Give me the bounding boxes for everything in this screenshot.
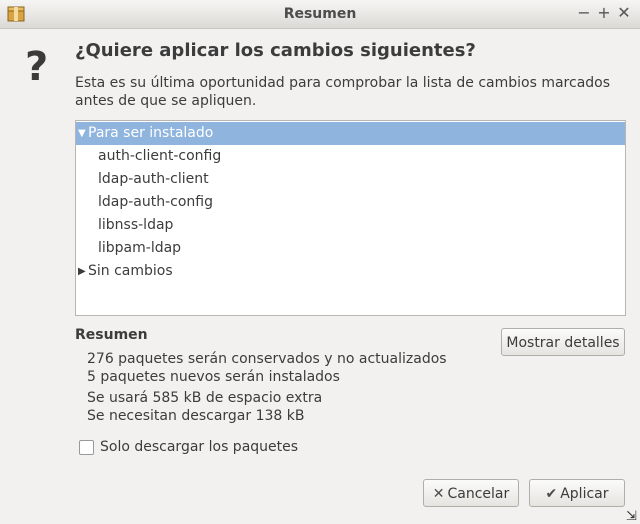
close-button[interactable]: ✕: [615, 4, 633, 22]
tree-group-label: Sin cambios: [88, 263, 173, 279]
title-bar: Resumen − + ✕: [0, 0, 640, 29]
changes-tree[interactable]: ▼ Para ser instalado auth-client-config …: [75, 120, 626, 316]
apply-label: Aplicar: [560, 486, 609, 502]
tree-item[interactable]: ldap-auth-client: [76, 168, 625, 191]
cancel-label: Cancelar: [447, 486, 510, 502]
tree-item[interactable]: auth-client-config: [76, 145, 625, 168]
tree-item[interactable]: libpam-ldap: [76, 237, 625, 260]
tree-item[interactable]: ldap-auth-config: [76, 191, 625, 214]
summary-label: Resumen: [75, 327, 148, 343]
tree-group-label: Para ser instalado: [88, 125, 214, 141]
tree-group-no-changes[interactable]: ▶ Sin cambios: [76, 260, 625, 283]
tree-group-to-install[interactable]: ▼ Para ser instalado: [76, 122, 625, 145]
window-title: Resumen: [283, 6, 357, 22]
download-only-label[interactable]: Solo descargar los paquetes: [100, 439, 298, 455]
download-only-checkbox[interactable]: [79, 440, 94, 455]
question-icon: ?: [25, 44, 49, 90]
dialog-description: Esta es su última oportunidad para compr…: [75, 74, 615, 110]
dialog-heading: ¿Quiere aplicar los cambios siguientes?: [75, 40, 476, 61]
description-line: Esta es su última oportunidad para compr…: [75, 75, 611, 91]
maximize-button[interactable]: +: [595, 4, 613, 22]
checkmark-icon: ✔: [545, 486, 558, 502]
expanded-arrow-icon[interactable]: ▼: [78, 122, 86, 145]
summary-line: Se necesitan descargar 138 kB: [87, 408, 305, 424]
collapsed-arrow-icon[interactable]: ▶: [78, 260, 86, 283]
resize-grip-icon[interactable]: ⇲: [626, 510, 640, 524]
tree-item[interactable]: libnss-ldap: [76, 214, 625, 237]
summary-line: 276 paquetes serán conservados y no actu…: [87, 351, 447, 367]
summary-line: 5 paquetes nuevos serán instalados: [87, 369, 340, 385]
show-details-button[interactable]: Mostrar detalles: [501, 328, 625, 356]
cancel-icon: ✕: [432, 486, 445, 502]
apply-button[interactable]: ✔ Aplicar: [529, 479, 625, 507]
cancel-button[interactable]: ✕ Cancelar: [423, 479, 519, 507]
minimize-button[interactable]: −: [575, 4, 593, 22]
description-line: antes de que se apliquen.: [75, 93, 257, 109]
summary-line: Se usará 585 kB de espacio extra: [87, 390, 323, 406]
